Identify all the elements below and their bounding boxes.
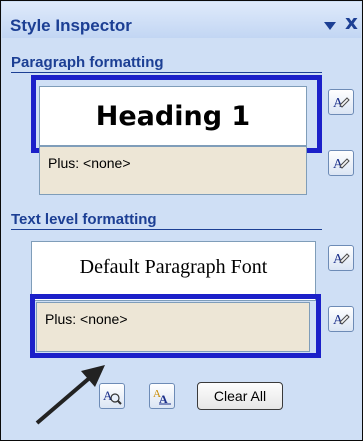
style-inspector-pane: Style Inspector x Paragraph formatting H… (0, 0, 363, 441)
annotation-arrow (35, 365, 105, 425)
